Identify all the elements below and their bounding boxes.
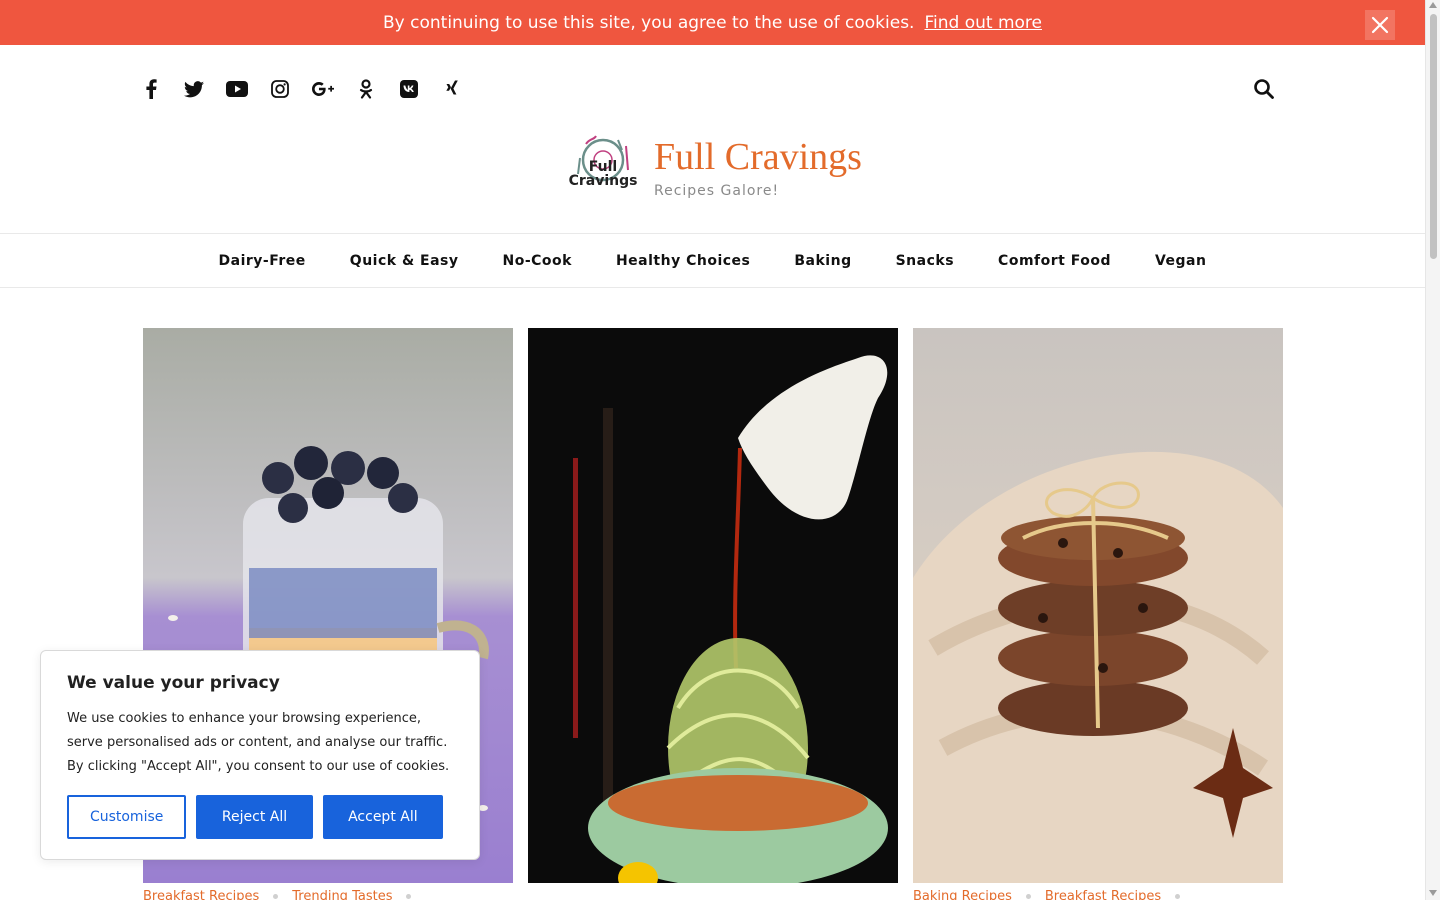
nav-item-healthy-choices[interactable]: Healthy Choices — [616, 253, 750, 269]
privacy-description: We use cookies to enhance your browsing … — [67, 711, 450, 774]
twitter-icon[interactable] — [183, 78, 205, 100]
nav-item-snacks[interactable]: Snacks — [896, 253, 954, 269]
scroll-up-arrow[interactable] — [1429, 2, 1437, 8]
site-title[interactable]: Full Cravings — [654, 135, 862, 179]
post-card — [528, 328, 898, 883]
separator-dot — [406, 894, 412, 899]
brand-text: Full Cravings Recipes Galore! — [654, 135, 862, 199]
logo-text: Full Cravings — [568, 159, 638, 189]
nav-item-baking[interactable]: Baking — [794, 253, 851, 269]
page-scrollbar[interactable] — [1425, 0, 1440, 900]
category-link[interactable]: Baking Recipes — [913, 889, 1012, 900]
instagram-icon[interactable] — [269, 78, 291, 100]
privacy-title: We value your privacy — [67, 673, 280, 693]
cookie-notice-message: By continuing to use this site, you agre… — [383, 12, 915, 33]
post-categories: Breakfast Recipes Trending Tastes — [143, 889, 513, 900]
separator-dot — [273, 894, 279, 899]
xing-icon[interactable] — [441, 78, 463, 100]
consent-buttons: Customise Reject All Accept All — [67, 795, 453, 839]
customise-button[interactable]: Customise — [67, 795, 187, 839]
social-links — [140, 78, 484, 100]
post-card: Baking Recipes Breakfast Recipes — [913, 328, 1283, 900]
scrollbar-thumb[interactable] — [1430, 14, 1437, 259]
nav-item-vegan[interactable]: Vegan — [1155, 253, 1207, 269]
post-image[interactable] — [528, 328, 898, 883]
category-link[interactable]: Breakfast Recipes — [143, 889, 259, 900]
site-branding: Full Cravings Full Cravings Recipes Galo… — [566, 130, 862, 204]
cookie-notice-bar: By continuing to use this site, you agre… — [0, 0, 1425, 45]
nav-item-comfort-food[interactable]: Comfort Food — [998, 253, 1111, 269]
category-link[interactable]: Trending Tastes — [292, 889, 392, 900]
zoodles-sauce-pour-photo — [528, 328, 898, 883]
search-icon[interactable] — [1253, 78, 1275, 100]
nav-item-dairy-free[interactable]: Dairy-Free — [219, 253, 306, 269]
separator-dot — [1175, 894, 1181, 899]
nav-item-quick-easy[interactable]: Quick & Easy — [350, 253, 459, 269]
google-plus-icon[interactable] — [312, 78, 334, 100]
post-categories: Baking Recipes Breakfast Recipes — [913, 889, 1283, 900]
site-logo[interactable]: Full Cravings — [566, 130, 640, 204]
nav-item-no-cook[interactable]: No-Cook — [503, 253, 572, 269]
find-out-more-link[interactable]: Find out more — [924, 13, 1042, 33]
main-navigation: Dairy-Free Quick & Easy No-Cook Healthy … — [0, 233, 1425, 288]
reject-all-button[interactable]: Reject All — [196, 795, 313, 839]
separator-dot — [1025, 894, 1031, 899]
privacy-consent-dialog: We value your privacy We use cookies to … — [40, 650, 480, 860]
close-icon — [1371, 16, 1389, 34]
chocolate-chip-cookies-photo — [913, 328, 1283, 883]
cookie-bar-close-button[interactable] — [1365, 10, 1395, 40]
facebook-icon[interactable] — [140, 78, 162, 100]
post-image[interactable] — [913, 328, 1283, 883]
odnoklassniki-icon[interactable] — [355, 78, 377, 100]
category-link[interactable]: Breakfast Recipes — [1045, 889, 1161, 900]
site-tagline: Recipes Galore! — [654, 183, 780, 199]
youtube-icon[interactable] — [226, 78, 248, 100]
accept-all-button[interactable]: Accept All — [322, 795, 443, 839]
scroll-down-arrow[interactable] — [1429, 890, 1437, 896]
vk-icon[interactable] — [398, 78, 420, 100]
